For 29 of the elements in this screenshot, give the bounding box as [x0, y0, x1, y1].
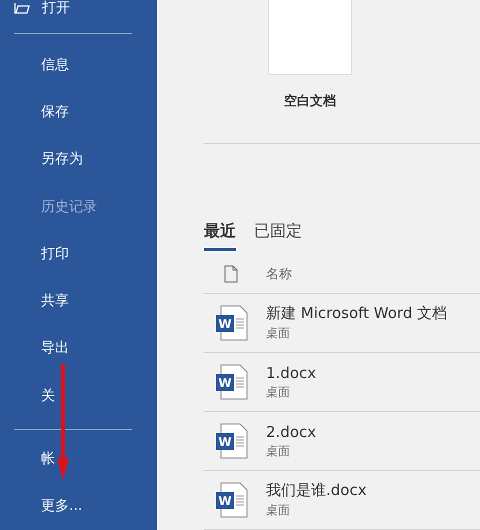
sidebar-item[interactable]: 保存 [14, 88, 69, 136]
sidebar-item[interactable]: 打印 [14, 230, 69, 278]
sidebar-item[interactable]: 帐 [14, 435, 55, 483]
column-header: 名称 [266, 266, 292, 283]
file-name: 1.docx [266, 364, 316, 382]
file-name: 2.docx [266, 422, 316, 440]
sidebar-item[interactable]: 更多... [14, 482, 82, 530]
file-location: 桌面 [266, 325, 291, 342]
file-location: 桌面 [266, 442, 291, 460]
blank-document-thumbnail[interactable] [268, 0, 352, 75]
recent-file-item[interactable]: W 新建 Microsoft Word 文档 桌面 [204, 294, 480, 353]
document-icon [224, 265, 238, 283]
sidebar-item[interactable]: 另存为 [14, 136, 83, 183]
sidebar-item[interactable]: 导出 [14, 324, 69, 372]
sidebar-item[interactable]: 打开 [14, 0, 133, 16]
sidebar-item[interactable]: 关 [14, 372, 55, 420]
recent-file-item[interactable]: W 2.docx 桌面 [204, 412, 480, 471]
folder-icon [14, 2, 30, 14]
tab[interactable]: 最近 [204, 221, 236, 251]
file-name: 我们是谁.docx [266, 481, 367, 500]
recent-file-item[interactable]: W 我们是谁.docx 桌面 [204, 471, 480, 530]
sidebar-item[interactable]: 信息 [14, 41, 69, 88]
tab[interactable]: 已固定 [254, 221, 302, 251]
recent-file-item[interactable]: W 1.docx 桌面 [204, 353, 480, 412]
template-label: 空白文档 [284, 92, 336, 110]
sidebar-item[interactable]: 共享 [14, 277, 69, 325]
file-name: 新建 Microsoft Word 文档 [266, 304, 448, 323]
file-location: 桌面 [266, 384, 291, 400]
file-location: 桌面 [266, 502, 291, 519]
